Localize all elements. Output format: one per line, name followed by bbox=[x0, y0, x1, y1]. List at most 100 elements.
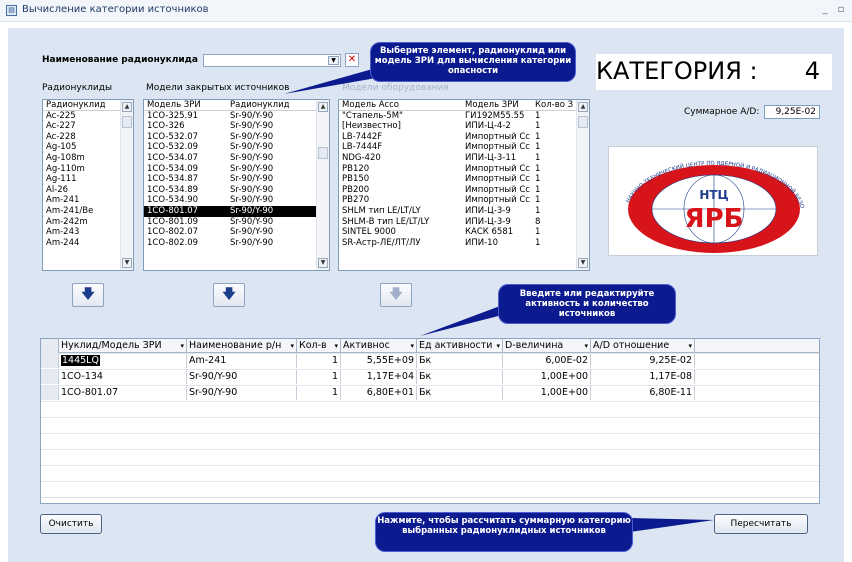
scroll-thumb[interactable] bbox=[578, 116, 588, 128]
maximize-icon[interactable]: ▫ bbox=[834, 3, 848, 17]
table-cell[interactable]: 1CO-801.07 bbox=[59, 386, 187, 400]
scroll-down-icon[interactable]: ▼ bbox=[318, 258, 328, 268]
equipment-model-cell: SINTEL 9000 bbox=[342, 227, 396, 238]
row-selector[interactable] bbox=[41, 370, 59, 384]
list-item[interactable]: 1CO-802.09 Sr-90/Y-90 bbox=[144, 238, 329, 249]
table-cell[interactable]: Бк bbox=[417, 370, 503, 384]
radionuclide-name: Ac-227 bbox=[46, 121, 76, 132]
clear-button[interactable]: Очистить bbox=[40, 514, 102, 534]
list-item[interactable]: [Неизвестно] ИПИ-Ц-4-2 1 bbox=[339, 121, 589, 132]
count-cell: 1 bbox=[535, 131, 541, 142]
list-item[interactable]: 1CO-534.07 Sr-90/Y-90 bbox=[144, 153, 329, 164]
column-header[interactable]: A/D отношение ▾ bbox=[591, 339, 695, 353]
table-cell[interactable]: Бк bbox=[417, 386, 503, 400]
table-cell[interactable]: 1445LQ bbox=[59, 354, 187, 368]
table-cell[interactable]: Бк bbox=[417, 354, 503, 368]
sealed-source-model-list[interactable]: Модель ЗРИ Радионуклид 1CO-325.91 Sr-90/Y… bbox=[143, 99, 330, 271]
table-cell[interactable]: Sr-90/Y-90 bbox=[187, 386, 297, 400]
table-cell[interactable]: 1CO-134 bbox=[59, 370, 187, 384]
sort-dropdown-icon[interactable]: ▾ bbox=[584, 339, 588, 353]
list-item[interactable]: LB-7444F Импортный Сс 1 bbox=[339, 142, 589, 153]
add-sealed-source-button[interactable]: 🡇 bbox=[213, 283, 245, 307]
list-item[interactable]: 1CO-532.07 Sr-90/Y-90 bbox=[144, 132, 329, 143]
add-radionuclide-button[interactable]: 🡇 bbox=[72, 283, 104, 307]
list-item[interactable]: 1CO-326 Sr-90/Y-90 bbox=[144, 121, 329, 132]
select-all-cell[interactable] bbox=[41, 339, 59, 353]
list-item[interactable]: SHLM-B тип LE/LT/LY ИПИ-Ц-3-9 8 bbox=[339, 217, 589, 228]
table-cell[interactable]: 1 bbox=[297, 354, 341, 368]
radionuclide-name: Am-244 bbox=[46, 237, 80, 248]
column-header[interactable]: Нуклид/Модель ЗРИ ▾ bbox=[59, 339, 187, 353]
column-header[interactable]: D-величина ▾ bbox=[503, 339, 591, 353]
list-item[interactable]: PB200 Импортный Сс 1 bbox=[339, 185, 589, 196]
table-cell[interactable]: 9,25E-02 bbox=[591, 354, 695, 368]
column-header[interactable]: Ед активности ▾ bbox=[417, 339, 503, 353]
vertical-scrollbar[interactable]: ▲ ▼ bbox=[316, 100, 329, 270]
table-cell[interactable]: Sr-90/Y-90 bbox=[187, 370, 297, 384]
scroll-up-icon[interactable]: ▲ bbox=[318, 102, 328, 112]
radionuclide-list[interactable]: Радионуклид Ac-225 Ac-227 Ac-228 Ag-105 Ag-1… bbox=[42, 99, 134, 271]
sort-dropdown-icon[interactable]: ▾ bbox=[290, 339, 294, 353]
recalculate-button[interactable]: Пересчитать bbox=[714, 514, 808, 534]
column-header[interactable]: Наименование р/н ▾ bbox=[187, 339, 297, 353]
table-cell[interactable]: 6,00E-02 bbox=[503, 354, 591, 368]
list-item[interactable]: 1CO-325.91 Sr-90/Y-90 bbox=[144, 111, 329, 122]
sum-ad-field[interactable]: 9,25E-02 bbox=[764, 105, 820, 119]
table-cell[interactable]: 1,17E-08 bbox=[591, 370, 695, 384]
column-header-label: Нуклид/Модель ЗРИ bbox=[61, 340, 162, 351]
scroll-up-icon[interactable]: ▲ bbox=[122, 102, 132, 112]
table-cell[interactable]: 1 bbox=[297, 386, 341, 400]
table-cell[interactable]: 6,80E+01 bbox=[341, 386, 417, 400]
list-item[interactable]: 1CO-534.90 Sr-90/Y-90 bbox=[144, 195, 329, 206]
scroll-down-icon[interactable]: ▼ bbox=[578, 258, 588, 268]
selected-sources-table[interactable]: Нуклид/Модель ЗРИ ▾ Наименование р/н ▾ Кол-в… bbox=[40, 338, 820, 504]
list-item[interactable]: 1CO-802.07 Sr-90/Y-90 bbox=[144, 227, 329, 238]
list-item[interactable]: SHLM тип LE/LT/LY ИПИ-Ц-3-9 1 bbox=[339, 206, 589, 217]
table-cell[interactable]: 1,00E+00 bbox=[503, 370, 591, 384]
column-header[interactable]: Кол-в ▾ bbox=[297, 339, 341, 353]
sort-dropdown-icon[interactable]: ▾ bbox=[334, 339, 338, 353]
vertical-scrollbar[interactable]: ▲ ▼ bbox=[120, 100, 133, 270]
table-cell[interactable]: 1 bbox=[297, 370, 341, 384]
list-item[interactable]: PB270 Импортный Сс 1 bbox=[339, 195, 589, 206]
sort-dropdown-icon[interactable]: ▾ bbox=[688, 339, 692, 353]
list-item[interactable]: 1CO-801.07 Sr-90/Y-90 bbox=[144, 205, 329, 217]
sort-dropdown-icon[interactable]: ▾ bbox=[496, 339, 500, 353]
equipment-model-cell: SHLM тип LE/LT/LY bbox=[342, 205, 421, 216]
list-item[interactable]: 1CO-532.09 Sr-90/Y-90 bbox=[144, 142, 329, 153]
table-cell[interactable]: 5,55E+09 bbox=[341, 354, 417, 368]
equipment-model-list[interactable]: Модель Acco Модель ЗРИ Кол-во З "Стапель… bbox=[338, 99, 590, 271]
list-item[interactable]: PB120 Импортный Сс 1 bbox=[339, 164, 589, 175]
scroll-thumb[interactable] bbox=[318, 147, 328, 159]
scroll-down-icon[interactable]: ▼ bbox=[122, 258, 132, 268]
list-item[interactable]: LB-7442F Импортный Сс 1 bbox=[339, 132, 589, 143]
table-cell[interactable]: 6,80E-11 bbox=[591, 386, 695, 400]
list-item[interactable]: NDG-420 ИПИ-Ц-3-11 1 bbox=[339, 153, 589, 164]
list-item[interactable]: PB150 Импортный Сс 1 bbox=[339, 174, 589, 185]
cell-value: 5,55E+09 bbox=[366, 355, 414, 366]
radionuclide-cell: Sr-90/Y-90 bbox=[230, 227, 274, 238]
minimize-icon[interactable]: _ bbox=[818, 3, 832, 17]
source-model-cell: ИПИ-Ц-3-9 bbox=[465, 205, 511, 216]
list-item[interactable]: 1CO-534.87 Sr-90/Y-90 bbox=[144, 174, 329, 185]
row-selector[interactable] bbox=[41, 386, 59, 400]
list-item[interactable]: SR-Астр-ЛЕ/ЛТ/ЛУ ИПИ-10 1 bbox=[339, 238, 589, 249]
list-item[interactable]: 1CO-801.09 Sr-90/Y-90 bbox=[144, 217, 329, 228]
table-cell[interactable]: 1,17E+04 bbox=[341, 370, 417, 384]
scroll-up-icon[interactable]: ▲ bbox=[578, 102, 588, 112]
table-cell[interactable]: 1,00E+00 bbox=[503, 386, 591, 400]
list-item[interactable]: SINTEL 9000 КАСК 6581 1 bbox=[339, 227, 589, 238]
vertical-scrollbar[interactable]: ▲ ▼ bbox=[576, 100, 589, 270]
model-cell: 1CO-532.07 bbox=[147, 131, 199, 142]
table-cell[interactable]: Am-241 bbox=[187, 354, 297, 368]
radionuclide-cell: Sr-90/Y-90 bbox=[230, 152, 274, 163]
list-item[interactable]: "Стапель-5М" ГИ192M55.55 1 bbox=[339, 111, 589, 122]
column-header[interactable]: Активнос ▾ bbox=[341, 339, 417, 353]
sort-dropdown-icon[interactable]: ▾ bbox=[410, 339, 414, 353]
list-item[interactable]: 1CO-534.89 Sr-90/Y-90 bbox=[144, 185, 329, 196]
scroll-thumb[interactable] bbox=[122, 116, 132, 128]
source-model-cell: ИПИ-10 bbox=[465, 237, 498, 248]
list-item[interactable]: 1CO-534.09 Sr-90/Y-90 bbox=[144, 164, 329, 175]
sort-dropdown-icon[interactable]: ▾ bbox=[180, 339, 184, 353]
row-selector[interactable] bbox=[41, 354, 59, 368]
